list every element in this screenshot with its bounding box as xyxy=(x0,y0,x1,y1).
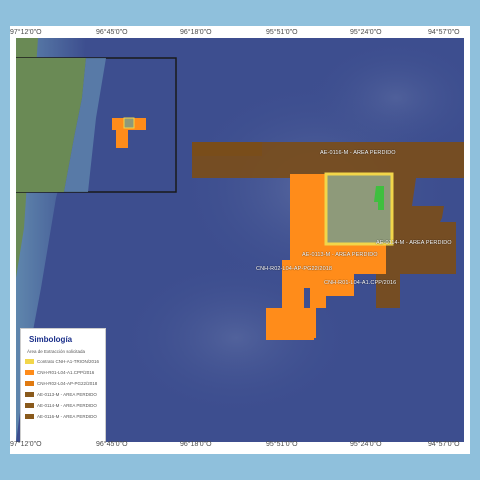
map-canvas[interactable]: AE-0116-M - AREA PERDIDO AE-0114-M - ARE… xyxy=(16,38,464,442)
label-cnh-r02: CNH-R02-L04-AP-PG22/2018 xyxy=(256,266,333,272)
legend-item: AE-0114-M - AREA PERDIDO xyxy=(21,400,105,411)
legend-swatch xyxy=(25,381,34,386)
coord-label-bottom-4: 95°51'0"O xyxy=(266,441,298,448)
coord-label-top-4: 95°51'0"O xyxy=(266,29,298,36)
legend-item: CNH-R02-L04-AP-PG22/2018 xyxy=(21,378,105,389)
legend-swatch xyxy=(25,414,34,419)
legend-item: AE-0113-M - AREA PERDIDO xyxy=(21,389,105,400)
legend-panel: Simbología Área de Extracción solicitada… xyxy=(20,328,106,442)
label-ae-0113: AE-0113-M - AREA PERDIDO xyxy=(302,252,378,258)
block-cnh-r01-south xyxy=(266,308,314,340)
legend-swatch xyxy=(25,403,34,408)
coord-label-top-5: 95°24'0"O xyxy=(350,29,382,36)
coord-label-bottom-6: 94°57'0"O xyxy=(428,441,460,448)
legend-item-label: AE-0116-M - AREA PERDIDO xyxy=(37,414,97,419)
coord-label-top-6: 94°57'0"O xyxy=(428,29,460,36)
label-cnh-r01: CNH-R01-L04-A1.CPP/2016 xyxy=(324,280,397,286)
legend-item-label: CNH-R01-L04-A1.CPP/2016 xyxy=(37,370,95,375)
coord-label-bottom-3: 96°18'0"O xyxy=(180,441,212,448)
legend-swatch xyxy=(25,370,34,375)
legend-heading: Área de Extracción solicitada xyxy=(27,349,86,354)
legend-swatch xyxy=(25,359,34,364)
coord-label-top-2: 96°45'0"O xyxy=(96,29,128,36)
legend-item-label: AE-0114-M - AREA PERDIDO xyxy=(37,403,97,408)
legend-item: AE-0116-M - AREA PERDIDO xyxy=(21,411,105,422)
coord-label-bottom-5: 95°24'0"O xyxy=(350,441,382,448)
legend-item: Contrato CNH-A1-TRION/2016 xyxy=(21,356,105,367)
legend-item-label: AE-0113-M - AREA PERDIDO xyxy=(37,392,97,397)
legend-swatch xyxy=(25,392,34,397)
block-ae-0116-ext xyxy=(192,142,262,156)
legend-item-label: CNH-R02-L04-AP-PG22/2018 xyxy=(37,381,98,386)
coord-label-bottom-2: 96°45'0"O xyxy=(96,441,128,448)
legend-item-label: Contrato CNH-A1-TRION/2016 xyxy=(37,359,100,364)
inset-trion xyxy=(123,117,135,129)
map-frame: 97°12'0"O 96°45'0"O 96°18'0"O 95°51'0"O … xyxy=(10,26,470,454)
coord-label-top-1: 97°12'0"O xyxy=(10,29,42,36)
coord-label-top-3: 96°18'0"O xyxy=(180,29,212,36)
legend-item: CNH-R01-L04-A1.CPP/2016 xyxy=(21,367,105,378)
coord-label-bottom-1: 97°12'0"O xyxy=(10,441,42,448)
label-ae-0116: AE-0116-M - AREA PERDIDO xyxy=(320,150,396,156)
label-ae-0114: AE-0114-M - AREA PERDIDO xyxy=(376,240,452,246)
legend-title: Simbología xyxy=(29,335,73,344)
